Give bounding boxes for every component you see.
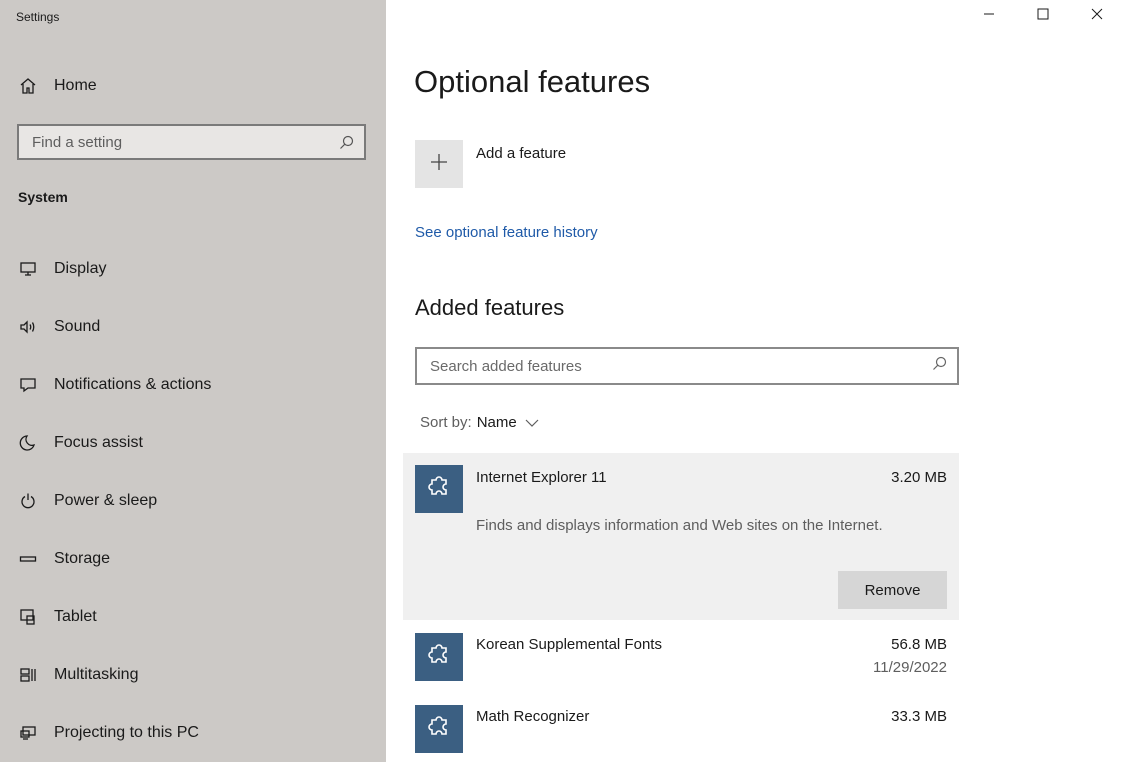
chevron-down-icon (525, 418, 539, 428)
sidebar-item-storage[interactable]: Storage (0, 530, 386, 588)
close-button[interactable] (1070, 0, 1124, 32)
remove-button[interactable]: Remove (838, 571, 947, 609)
added-features-search-input[interactable] (430, 357, 932, 375)
add-feature-label: Add a feature (476, 145, 567, 162)
feature-size: 33.3 MB (891, 708, 947, 725)
sidebar-item-multitasking[interactable]: Multitasking (0, 646, 386, 704)
maximize-button[interactable] (1016, 0, 1070, 32)
sidebar-item-label: Power & sleep (54, 492, 158, 509)
sidebar-item-label: Display (54, 260, 107, 277)
added-features-heading: Added features (415, 295, 565, 320)
sidebar-item-label: Storage (54, 550, 111, 567)
feature-name: Math Recognizer (476, 708, 590, 725)
sidebar-item-label: Projecting to this PC (54, 724, 199, 741)
puzzle-icon (426, 714, 452, 745)
home-nav-item[interactable]: Home (18, 74, 97, 98)
feature-item-internet-explorer[interactable]: Internet Explorer 11 3.20 MB Finds and d… (403, 453, 959, 620)
feature-tile (415, 633, 463, 681)
feature-history-link[interactable]: See optional feature history (415, 224, 598, 241)
multitasking-icon (18, 665, 38, 685)
sort-dropdown[interactable]: Sort by: Name (420, 414, 539, 431)
home-label: Home (54, 77, 97, 94)
sidebar-item-label: Sound (54, 318, 101, 335)
sort-label: Sort by: (420, 414, 472, 431)
puzzle-icon (426, 642, 452, 673)
minimize-icon (983, 7, 995, 25)
moon-icon (18, 433, 38, 453)
power-icon (18, 491, 38, 511)
feature-size: 56.8 MB (891, 636, 947, 653)
projecting-icon (18, 723, 38, 743)
sort-value: Name (476, 414, 517, 431)
sidebar-item-label: Multitasking (54, 666, 139, 683)
settings-search-input[interactable] (32, 133, 338, 151)
sidebar-item-focus-assist[interactable]: Focus assist (0, 414, 386, 472)
section-label-system: System (18, 189, 68, 205)
sidebar-item-notifications[interactable]: Notifications & actions (0, 356, 386, 414)
feature-name: Internet Explorer 11 (476, 469, 607, 486)
add-feature-button[interactable]: Add a feature (415, 140, 566, 188)
sidebar-item-sound[interactable]: Sound (0, 298, 386, 356)
settings-search-box[interactable] (17, 124, 366, 160)
search-icon[interactable] (338, 134, 354, 150)
feature-date: 11/29/2022 (873, 659, 947, 676)
sidebar-item-tablet[interactable]: Tablet (0, 588, 386, 646)
sound-icon (18, 317, 38, 337)
storage-icon (18, 549, 38, 569)
feature-item-korean-fonts[interactable]: Korean Supplemental Fonts 56.8 MB 11/29/… (403, 620, 959, 690)
feature-tile (415, 465, 463, 513)
display-icon (18, 259, 38, 279)
puzzle-icon (426, 474, 452, 505)
sidebar-item-label: Tablet (54, 608, 97, 625)
feature-tile (415, 705, 463, 753)
feature-description: Finds and displays information and Web s… (476, 517, 883, 534)
add-feature-tile[interactable] (415, 140, 463, 188)
feature-size: 3.20 MB (891, 469, 947, 486)
sidebar-item-power-sleep[interactable]: Power & sleep (0, 472, 386, 530)
search-icon[interactable] (932, 356, 947, 376)
sidebar-item-display[interactable]: Display (0, 240, 386, 298)
minimize-button[interactable] (962, 0, 1016, 32)
maximize-icon (1037, 7, 1049, 25)
home-icon (18, 76, 38, 96)
plus-icon (430, 153, 448, 176)
app-title: Settings (16, 10, 60, 24)
sidebar-nav: Display Sound Notifications & actions Fo… (0, 240, 386, 762)
feature-name: Korean Supplemental Fonts (476, 636, 662, 653)
sidebar-item-projecting[interactable]: Projecting to this PC (0, 704, 386, 762)
sidebar: Settings Home System Display Sound (0, 0, 386, 762)
window-controls (962, 0, 1124, 32)
page-title: Optional features (414, 64, 651, 99)
added-features-search-box[interactable] (415, 347, 959, 385)
close-icon (1091, 7, 1103, 25)
notifications-icon (18, 375, 38, 395)
tablet-icon (18, 607, 38, 627)
sidebar-item-label: Focus assist (54, 434, 143, 451)
feature-item-math-recognizer[interactable]: Math Recognizer 33.3 MB (403, 692, 959, 762)
sidebar-item-label: Notifications & actions (54, 376, 212, 393)
